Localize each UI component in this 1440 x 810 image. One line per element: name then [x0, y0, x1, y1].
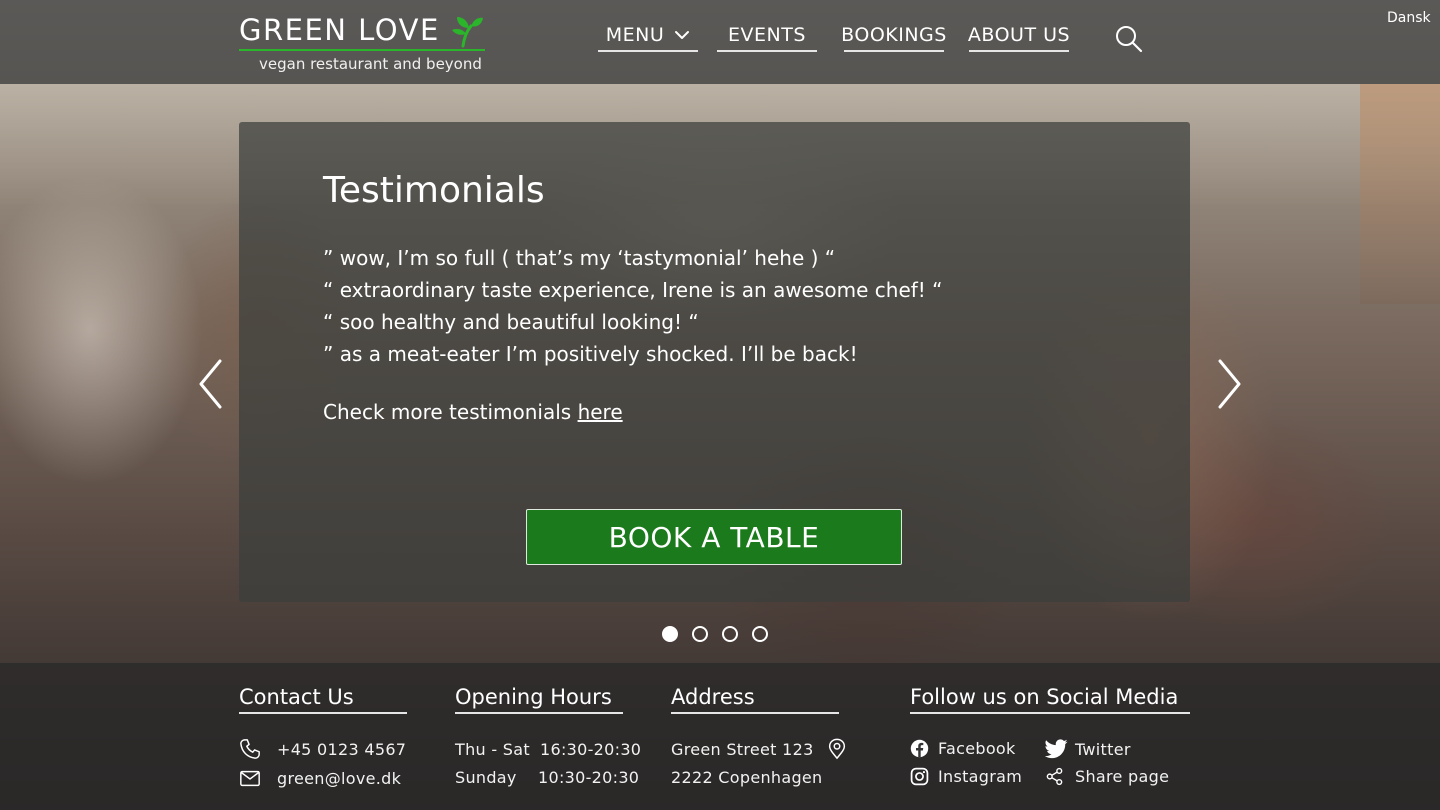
site-footer: Contact Us +45 0123 4567 green@love.dk O… [0, 663, 1440, 810]
nav-bookings[interactable]: BOOKINGS [841, 22, 946, 52]
instagram-label: Instagram [938, 767, 1023, 786]
chevron-down-icon [675, 31, 690, 39]
address-street-text: Green Street 123 [671, 739, 814, 759]
share-icon [1046, 767, 1063, 786]
social-facebook[interactable]: Facebook [910, 739, 1016, 758]
social-share[interactable]: Share page [1045, 767, 1169, 786]
twitter-icon [1045, 739, 1068, 759]
carousel-dot-1[interactable] [662, 626, 678, 642]
hours-row: Thu - Sat 16:30-20:30 [455, 740, 641, 759]
footer-contact: Contact Us [239, 685, 407, 714]
twitter-label: Twitter [1075, 739, 1131, 759]
carousel-indicators [662, 626, 768, 642]
phone-icon [240, 739, 260, 759]
address-city: 2222 Copenhagen [671, 768, 823, 787]
social-twitter[interactable]: Twitter [1045, 739, 1131, 759]
mail-icon [240, 770, 260, 787]
site-header: GREEN LOVE vegan restaurant and beyond M… [0, 0, 1440, 84]
contact-phone[interactable]: +45 0123 4567 [239, 738, 406, 760]
book-table-button[interactable]: BOOK A TABLE [526, 509, 902, 565]
testimonial-quote: ” as a meat-eater I’m positively shocked… [323, 342, 858, 366]
instagram-icon [910, 767, 929, 786]
facebook-label: Facebook [938, 739, 1016, 758]
carousel-dot-2[interactable] [692, 626, 708, 642]
testimonials-panel: Testimonials ” wow, I’m so full ( that’s… [239, 122, 1190, 602]
logo-underline [239, 49, 485, 51]
contact-heading: Contact Us [239, 685, 407, 714]
logo-tagline: vegan restaurant and beyond [259, 55, 482, 73]
contact-email-text: green@love.dk [277, 768, 402, 788]
nav-menu-label: MENU [605, 24, 665, 46]
hours-time: 10:30-20:30 [538, 768, 640, 787]
more-testimonials-link[interactable]: here [578, 400, 623, 424]
contact-email[interactable]: green@love.dk [239, 767, 401, 789]
carousel-dot-3[interactable] [722, 626, 738, 642]
address-street: Green Street 123 [671, 738, 848, 760]
testimonial-quotes: ” wow, I’m so full ( that’s my ‘tastymon… [323, 242, 1143, 370]
carousel-prev-icon[interactable] [196, 358, 226, 410]
nav-menu[interactable]: MENU [598, 22, 698, 52]
footer-hours: Opening Hours [455, 685, 623, 714]
language-switch[interactable]: Dansk [1387, 10, 1431, 26]
social-instagram[interactable]: Instagram [910, 767, 1022, 786]
sprout-icon [452, 17, 483, 48]
carousel-dot-4[interactable] [752, 626, 768, 642]
hours-day: Thu - Sat [455, 740, 530, 759]
share-label: Share page [1075, 767, 1170, 786]
carousel-next-icon[interactable] [1214, 358, 1244, 410]
testimonial-quote: “ soo healthy and beautiful looking! “ [323, 310, 699, 334]
testimonials-title: Testimonials [323, 170, 545, 211]
logo[interactable]: GREEN LOVE vegan restaurant and beyond [239, 12, 485, 73]
logo-title: GREEN LOVE [239, 13, 440, 47]
footer-address: Address [671, 685, 839, 714]
hours-day: Sunday [455, 768, 517, 787]
more-testimonials: Check more testimonials here [323, 400, 623, 424]
testimonial-quote: ” wow, I’m so full ( that’s my ‘tastymon… [323, 246, 836, 270]
nav-about-us[interactable]: ABOUT US [968, 22, 1070, 52]
address-heading: Address [671, 685, 839, 714]
social-heading: Follow us on Social Media [910, 685, 1190, 714]
map-pin-icon[interactable] [826, 738, 848, 760]
more-testimonials-text: Check more testimonials [323, 400, 578, 424]
facebook-icon [910, 739, 929, 758]
hours-row: Sunday 10:30-20:30 [455, 768, 639, 787]
search-icon[interactable] [1114, 24, 1144, 54]
testimonial-quote: “ extraordinary taste experience, Irene … [323, 278, 943, 302]
hours-heading: Opening Hours [455, 685, 623, 714]
footer-social: Follow us on Social Media [910, 685, 1190, 714]
address-city-text: 2222 Copenhagen [671, 768, 823, 787]
hours-time: 16:30-20:30 [540, 740, 642, 759]
nav-events[interactable]: EVENTS [717, 22, 817, 52]
contact-phone-text: +45 0123 4567 [277, 739, 407, 759]
